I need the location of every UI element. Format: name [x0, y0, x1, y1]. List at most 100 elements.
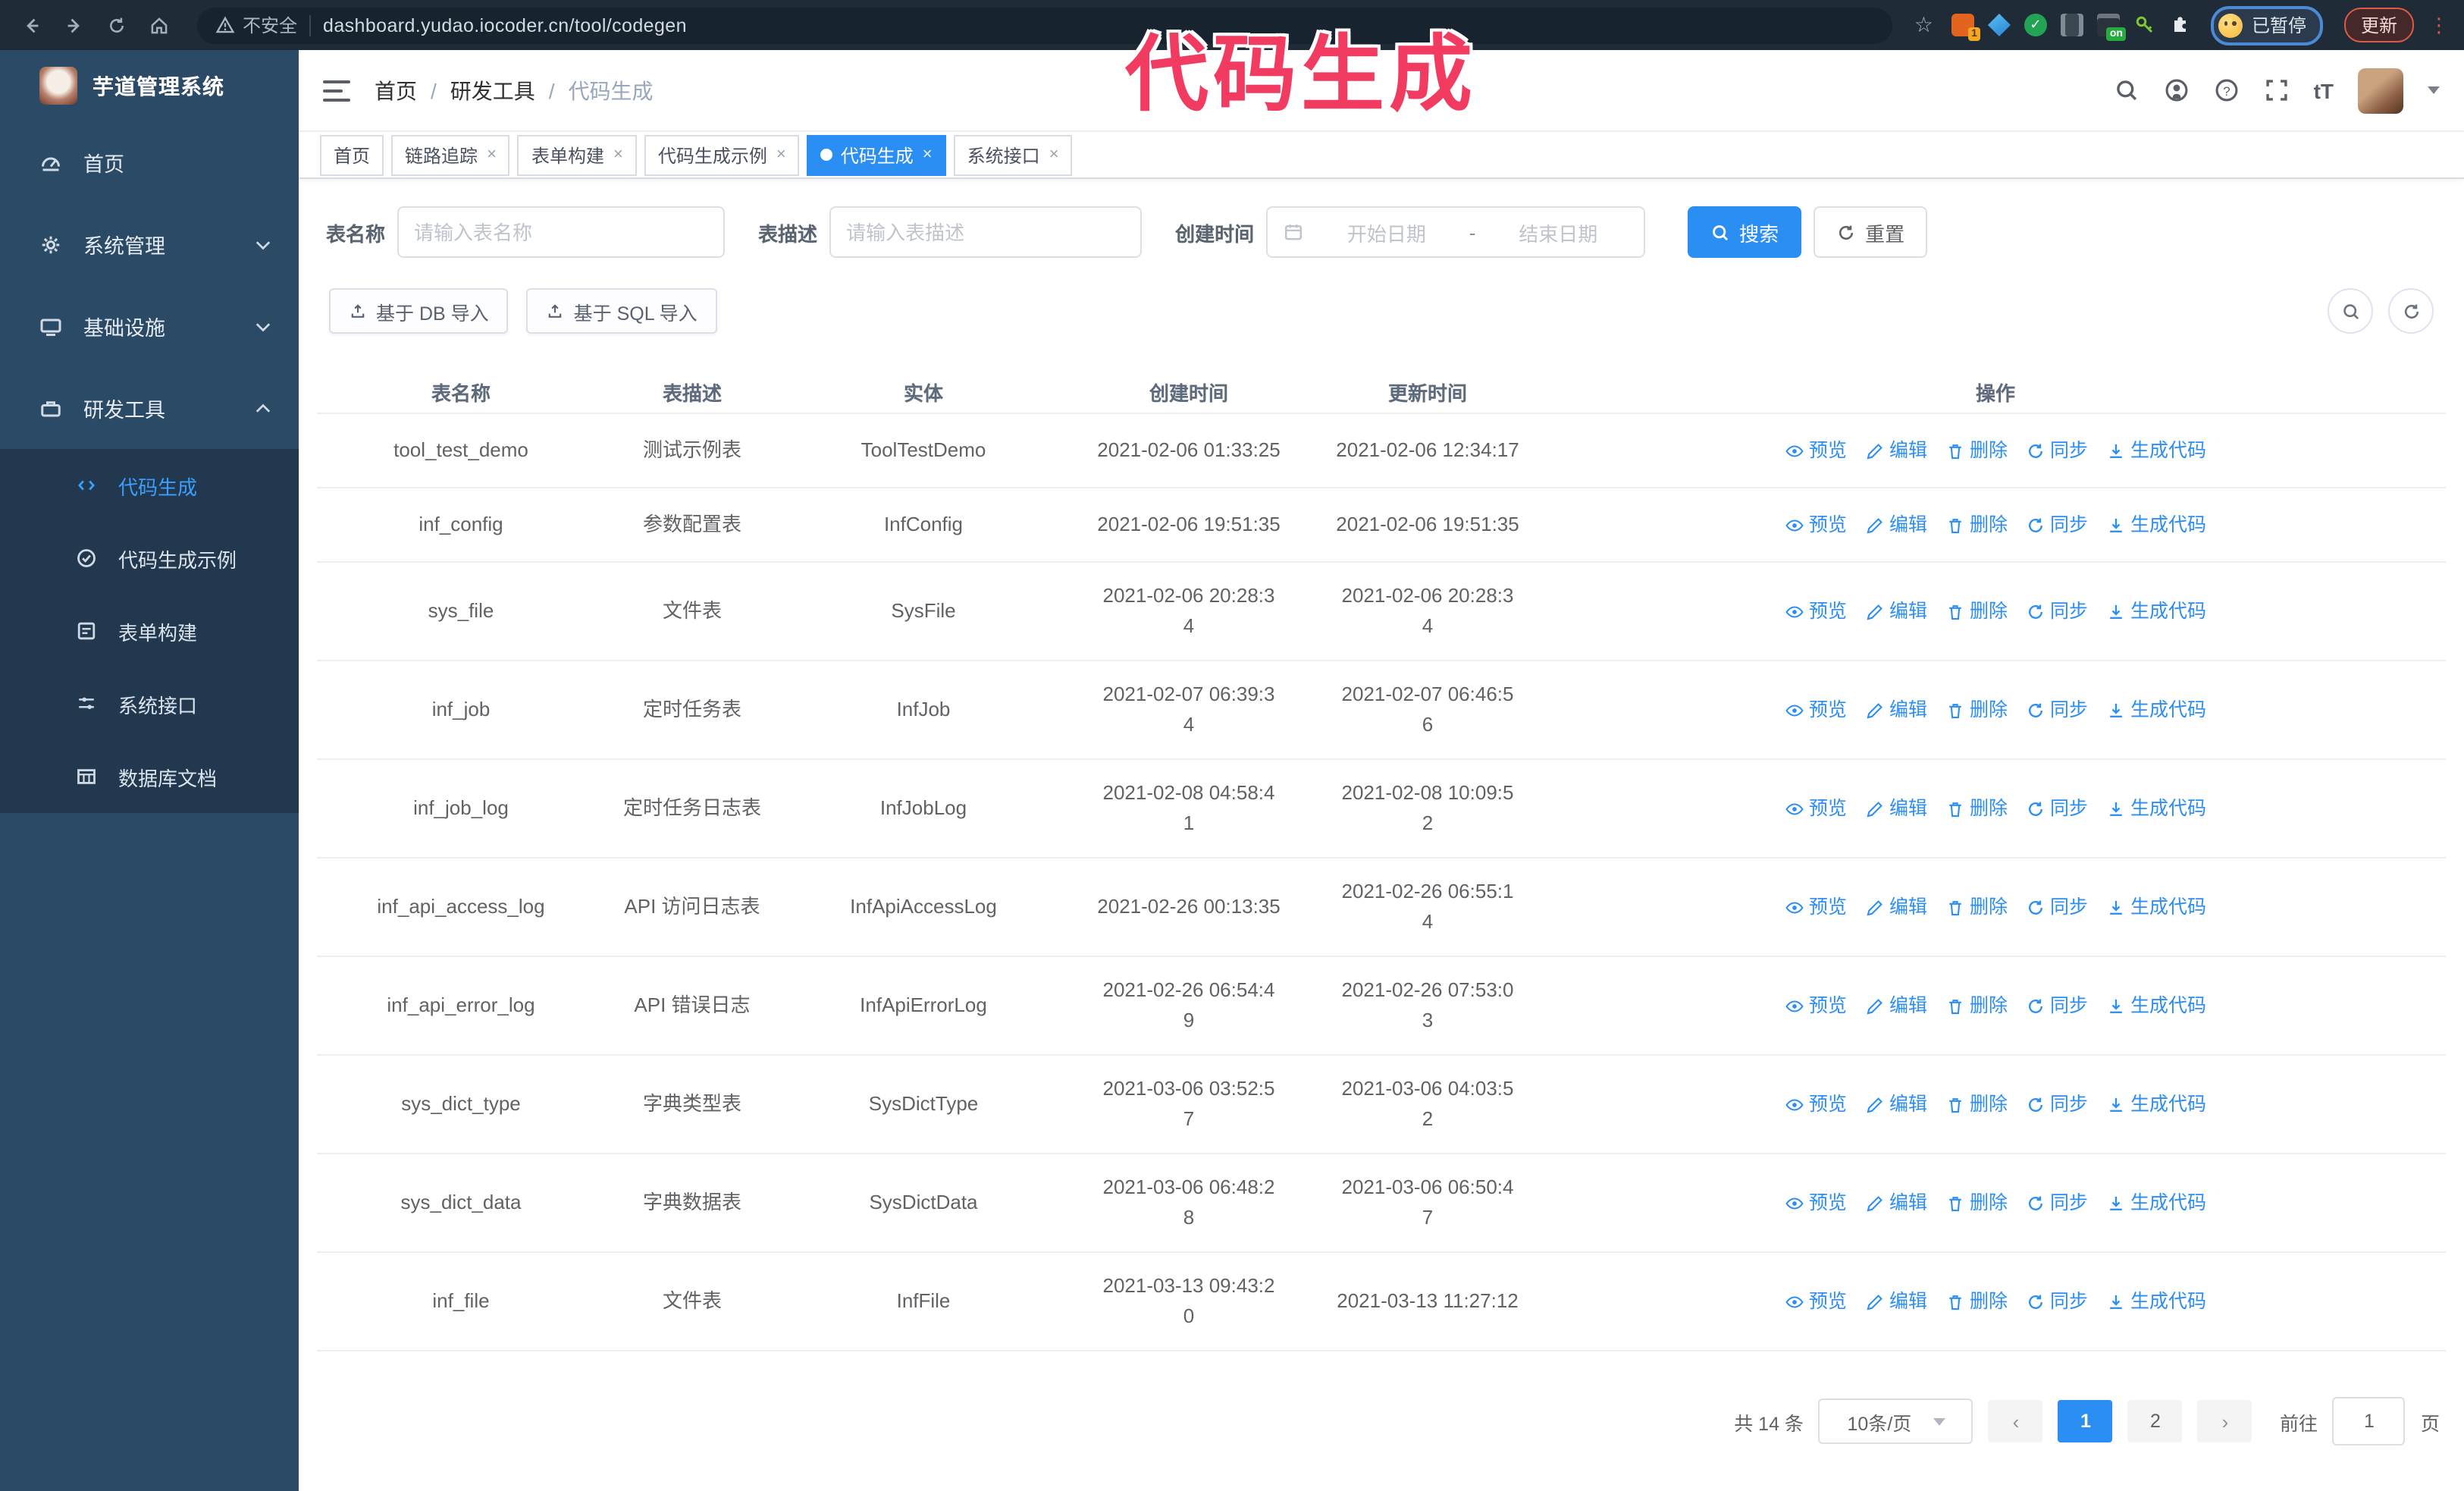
action-pencil[interactable]: 编辑	[1865, 1089, 1927, 1119]
action-trash[interactable]: 删除	[1945, 892, 2008, 922]
action-eye[interactable]: 预览	[1785, 1286, 1847, 1317]
sidebar-subitem-4[interactable]: 数据库文档	[0, 740, 299, 813]
extension-icon-columns[interactable]	[2060, 14, 2083, 36]
browser-forward-button[interactable]	[58, 8, 91, 42]
import-sql-button[interactable]: 基于 SQL 导入	[526, 288, 717, 334]
action-trash[interactable]: 删除	[1945, 793, 2008, 824]
help-icon[interactable]: ?	[2214, 77, 2240, 103]
action-pencil[interactable]: 编辑	[1865, 1286, 1927, 1317]
browser-menu-icon[interactable]: ⋮	[2429, 13, 2449, 37]
sidebar-item-2[interactable]: 基础设施	[0, 285, 299, 367]
sidebar-subitem-2[interactable]: 表单构建	[0, 595, 299, 667]
extension-icon-key[interactable]	[2133, 14, 2156, 36]
breadcrumb-item[interactable]: 首页	[375, 75, 417, 105]
next-page-button[interactable]: ›	[2197, 1400, 2252, 1442]
action-download[interactable]: 生成代码	[2106, 1089, 2206, 1119]
action-download[interactable]: 生成代码	[2106, 1286, 2206, 1317]
github-icon[interactable]	[2164, 77, 2190, 103]
action-download[interactable]: 生成代码	[2106, 1188, 2206, 1218]
action-eye[interactable]: 预览	[1785, 793, 1847, 824]
action-eye[interactable]: 预览	[1785, 1089, 1847, 1119]
search-button[interactable]: 搜索	[1688, 206, 1802, 258]
action-trash[interactable]: 删除	[1945, 596, 2008, 626]
extension-icon-shield-check[interactable]: ✓	[2024, 14, 2047, 36]
action-sync[interactable]: 同步	[2026, 1286, 2088, 1317]
app-logo-row[interactable]: 芋道管理系统	[0, 50, 299, 121]
sidebar-subitem-1[interactable]: 代码生成示例	[0, 522, 299, 595]
action-download[interactable]: 生成代码	[2106, 793, 2206, 824]
reset-button[interactable]: 重置	[1814, 206, 1928, 258]
action-download[interactable]: 生成代码	[2106, 510, 2206, 540]
action-trash[interactable]: 删除	[1945, 510, 2008, 540]
action-trash[interactable]: 删除	[1945, 990, 2008, 1021]
user-avatar[interactable]	[2358, 67, 2403, 113]
action-trash[interactable]: 删除	[1945, 695, 2008, 725]
close-icon[interactable]: ×	[776, 146, 786, 164]
prev-page-button[interactable]: ‹	[1988, 1400, 2043, 1442]
action-download[interactable]: 生成代码	[2106, 990, 2206, 1021]
action-sync[interactable]: 同步	[2026, 793, 2088, 824]
page-size-select[interactable]: 10条/页	[1818, 1398, 1973, 1444]
action-eye[interactable]: 预览	[1785, 990, 1847, 1021]
action-eye[interactable]: 预览	[1785, 596, 1847, 626]
action-sync[interactable]: 同步	[2026, 596, 2088, 626]
tab-代码生成[interactable]: 代码生成 ×	[807, 134, 946, 175]
action-pencil[interactable]: 编辑	[1865, 435, 1927, 466]
bookmark-star-icon[interactable]: ☆	[1914, 12, 1933, 38]
action-eye[interactable]: 预览	[1785, 1188, 1847, 1218]
browser-update-button[interactable]: 更新	[2343, 8, 2414, 42]
action-sync[interactable]: 同步	[2026, 695, 2088, 725]
extension-icon-rows-on[interactable]: on	[2096, 14, 2126, 41]
refresh-table-button[interactable]	[2388, 288, 2434, 334]
action-pencil[interactable]: 编辑	[1865, 596, 1927, 626]
tab-表单构建[interactable]: 表单构建 ×	[517, 134, 637, 175]
sidebar-subitem-0[interactable]: 代码生成	[0, 449, 299, 522]
action-download[interactable]: 生成代码	[2106, 435, 2206, 466]
sidebar-toggle-icon[interactable]	[323, 80, 350, 101]
action-pencil[interactable]: 编辑	[1865, 1188, 1927, 1218]
action-sync[interactable]: 同步	[2026, 1089, 2088, 1119]
action-sync[interactable]: 同步	[2026, 435, 2088, 466]
action-sync[interactable]: 同步	[2026, 990, 2088, 1021]
sidebar-item-1[interactable]: 系统管理	[0, 203, 299, 285]
action-eye[interactable]: 预览	[1785, 892, 1847, 922]
action-eye[interactable]: 预览	[1785, 510, 1847, 540]
action-sync[interactable]: 同步	[2026, 510, 2088, 540]
tab-链路追踪[interactable]: 链路追踪 ×	[391, 134, 510, 175]
action-eye[interactable]: 预览	[1785, 435, 1847, 466]
tab-系统接口[interactable]: 系统接口 ×	[953, 134, 1073, 175]
browser-reload-button[interactable]	[100, 8, 133, 42]
fullscreen-icon[interactable]	[2264, 77, 2290, 103]
security-chip[interactable]: 不安全	[215, 12, 297, 38]
action-pencil[interactable]: 编辑	[1865, 510, 1927, 540]
table-desc-input[interactable]	[829, 206, 1143, 258]
action-pencil[interactable]: 编辑	[1865, 990, 1927, 1021]
sidebar-item-0[interactable]: 首页	[0, 121, 299, 203]
tab-首页[interactable]: 首页	[320, 134, 384, 175]
extension-icon-gem[interactable]	[1987, 14, 2011, 36]
action-download[interactable]: 生成代码	[2106, 596, 2206, 626]
action-trash[interactable]: 删除	[1945, 1188, 2008, 1218]
close-icon[interactable]: ×	[1049, 146, 1059, 164]
action-trash[interactable]: 删除	[1945, 435, 2008, 466]
avatar-caret-icon[interactable]	[2428, 86, 2440, 94]
breadcrumb-item[interactable]: 研发工具	[450, 75, 535, 105]
address-bar[interactable]: 不安全 dashboard.yudao.iocoder.cn/tool/code…	[197, 7, 1893, 43]
action-pencil[interactable]: 编辑	[1865, 892, 1927, 922]
action-sync[interactable]: 同步	[2026, 892, 2088, 922]
sidebar-subitem-3[interactable]: 系统接口	[0, 667, 299, 740]
close-icon[interactable]: ×	[487, 146, 497, 164]
action-pencil[interactable]: 编辑	[1865, 793, 1927, 824]
browser-profile-chip[interactable]: 已暂停	[2210, 5, 2323, 45]
extension-icon-orange[interactable]: 1	[1951, 14, 1980, 41]
table-name-input[interactable]	[397, 206, 726, 258]
action-pencil[interactable]: 编辑	[1865, 695, 1927, 725]
action-sync[interactable]: 同步	[2026, 1188, 2088, 1218]
page-button-1[interactable]: 1	[2058, 1400, 2113, 1442]
date-range-picker[interactable]: 开始日期 - 结束日期	[1266, 206, 1646, 258]
browser-back-button[interactable]	[15, 8, 49, 42]
close-icon[interactable]: ×	[613, 146, 623, 164]
browser-home-button[interactable]	[143, 8, 176, 42]
import-db-button[interactable]: 基于 DB 导入	[329, 288, 509, 334]
action-eye[interactable]: 预览	[1785, 695, 1847, 725]
